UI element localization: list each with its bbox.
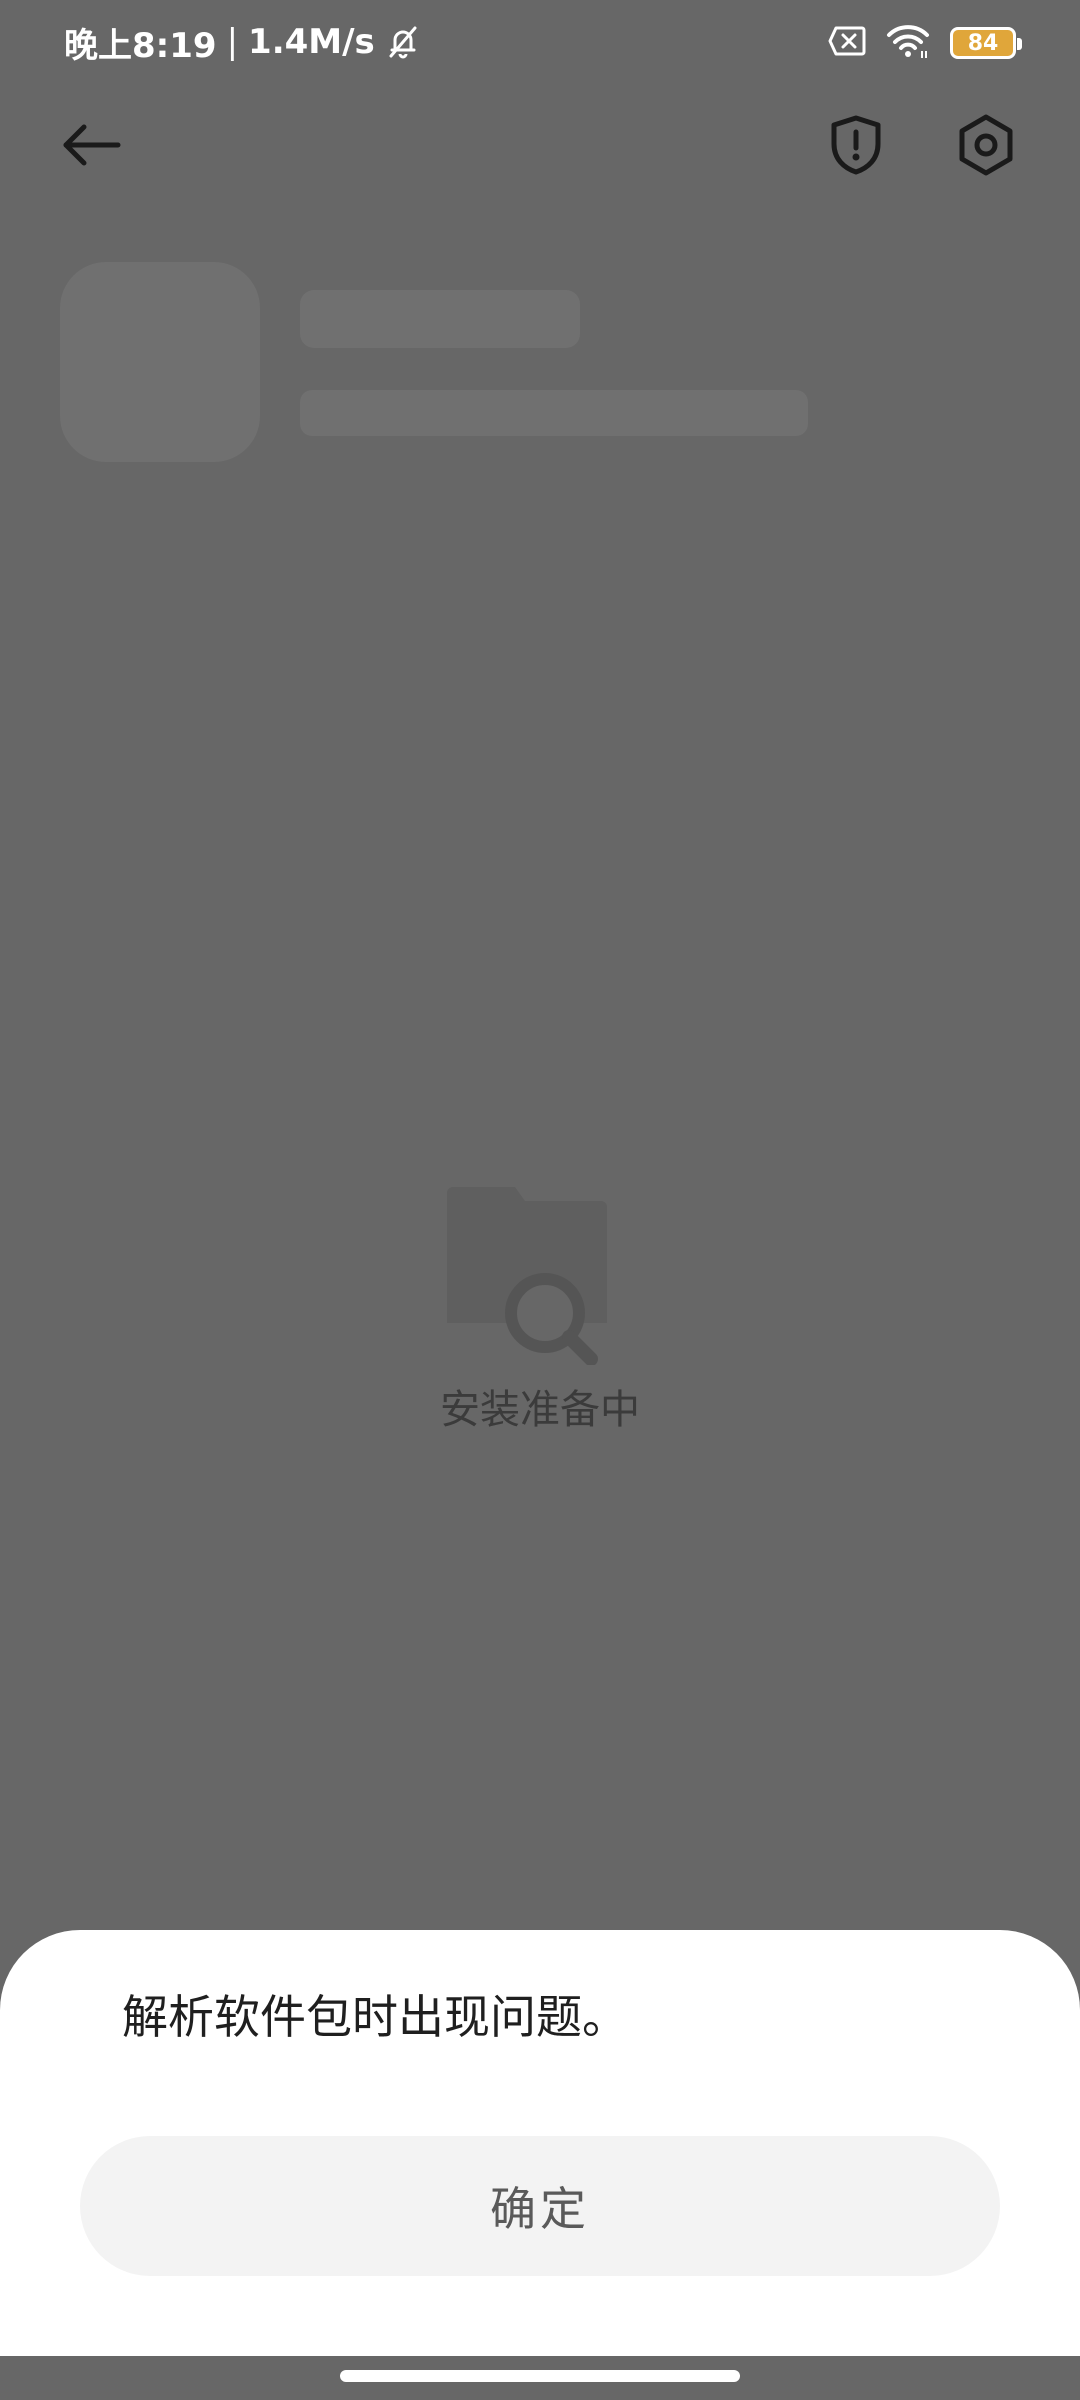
status-time: 晚上8:19 — [64, 25, 217, 66]
status-left: 晚上8:19 | 1.4M/s — [64, 18, 421, 66]
security-button[interactable] — [825, 110, 887, 180]
app-bar — [0, 100, 1080, 190]
sim-disabled-icon — [828, 26, 866, 60]
home-indicator[interactable] — [340, 2370, 740, 2382]
wifi-icon — [886, 23, 930, 63]
back-arrow-icon — [63, 124, 121, 166]
installer-screen: 晚上8:19 | 1.4M/s 84 安装准备中 解析软件包时出现问题。 确定 — [0, 0, 1080, 2400]
status-right: 84 — [828, 22, 1022, 64]
network-speed: 1.4M/s — [248, 22, 375, 62]
settings-button[interactable] — [953, 110, 1019, 180]
battery-icon: 84 — [950, 27, 1022, 59]
shield-alert-icon — [831, 115, 881, 175]
error-dialog: 解析软件包时出现问题。 确定 — [0, 1930, 1080, 2356]
confirm-button[interactable]: 确定 — [80, 2136, 1000, 2276]
preparing-text: 安装准备中 — [440, 1387, 640, 1433]
navigation-bar — [0, 2356, 1080, 2400]
status-bar: 晚上8:19 | 1.4M/s 84 — [0, 0, 1080, 84]
folder-search-icon — [445, 1185, 615, 1366]
app-icon-placeholder — [60, 262, 260, 462]
app-details-placeholder — [300, 390, 808, 436]
status-separator: | — [226, 22, 239, 62]
back-button[interactable] — [60, 115, 124, 175]
error-message: 解析软件包时出现问题。 — [122, 1990, 628, 2044]
app-name-placeholder — [300, 290, 580, 348]
bell-off-icon — [385, 24, 421, 60]
settings-hex-icon — [959, 114, 1013, 176]
battery-level: 84 — [967, 30, 999, 56]
